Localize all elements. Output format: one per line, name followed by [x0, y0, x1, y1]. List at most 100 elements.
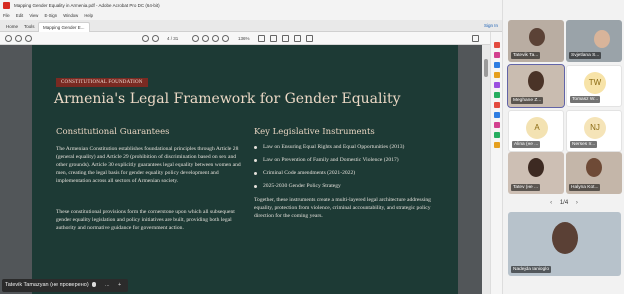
mic-icon	[91, 282, 96, 288]
fit-page-icon[interactable]	[258, 35, 265, 42]
tab-home[interactable]: Home	[2, 22, 22, 32]
participants-panel: Tatevik Ta... Svjetlana S... Meghane Z..…	[502, 0, 624, 294]
list-item-text: Law on Ensuring Equal Rights and Equal O…	[263, 144, 405, 150]
screen: Mapping Gender Equality in Armenia.pdf -…	[0, 0, 624, 294]
speaker-name: Tatevik Tamazyan (не проверено)	[5, 282, 89, 288]
export-pdf-icon[interactable]	[494, 42, 500, 48]
right-paragraph: Together, these instruments create a mul…	[254, 197, 431, 219]
comment-tool-icon[interactable]	[494, 72, 500, 78]
zoom-out-icon[interactable]	[212, 35, 219, 42]
more-options-icon[interactable]: ...	[105, 279, 110, 292]
self-view-tile[interactable]: Nadejda Ianioglo	[508, 212, 621, 276]
toolbar: 4 / 31 136%	[0, 32, 502, 45]
scrollbar-thumb[interactable]	[484, 59, 488, 77]
page-current[interactable]: 4	[167, 36, 170, 41]
prev-page-icon[interactable]: ‹	[550, 198, 552, 208]
menu-edit[interactable]: Edit	[16, 13, 23, 18]
participant-avatar: A	[526, 117, 548, 139]
list-item: Law on Ensuring Equal Rights and Equal O…	[254, 143, 444, 156]
combine-files-icon[interactable]	[494, 82, 500, 88]
vertical-scrollbar[interactable]	[482, 45, 490, 294]
participant-name: Tatev (не ...	[511, 184, 541, 191]
print-icon[interactable]	[15, 35, 22, 42]
legislation-list: Law on Ensuring Equal Rights and Equal O…	[254, 143, 444, 195]
participant-tile[interactable]: Tatevik Ta...	[508, 20, 564, 62]
participant-video	[528, 71, 544, 91]
page-total: / 31	[170, 36, 179, 41]
participant-tile[interactable]: Tatev (не ...	[508, 152, 564, 194]
add-icon[interactable]: +	[118, 279, 121, 292]
list-item-text: 2025-2030 Gender Policy Strategy	[263, 183, 341, 189]
gallery-pager: ‹ 1/4 ›	[503, 198, 624, 208]
menu-file[interactable]: File	[3, 13, 10, 18]
scan-ocr-icon[interactable]	[494, 132, 500, 138]
participant-tile-selected[interactable]: Meghane Z...	[507, 64, 565, 108]
list-item: Criminal Code amendments (2021-2022)	[254, 169, 444, 182]
sign-icon[interactable]	[294, 35, 301, 42]
edit-pdf-icon[interactable]	[494, 52, 500, 58]
tab-tools[interactable]: Tools	[20, 22, 39, 32]
zoom-in-icon[interactable]	[222, 35, 229, 42]
list-item-text: Law on Prevention of Family and Domestic…	[263, 157, 399, 163]
select-tool-icon[interactable]	[192, 35, 199, 42]
bullet-icon	[254, 171, 257, 175]
search-icon[interactable]	[25, 35, 32, 42]
bullet-icon	[254, 158, 257, 162]
create-pdf-icon[interactable]	[494, 62, 500, 68]
menu-esign[interactable]: E-Sign	[45, 13, 58, 18]
zoom-level[interactable]: 136%	[238, 35, 250, 42]
title-bar: Mapping Gender Equality in Armenia.pdf -…	[0, 0, 502, 11]
comment-icon[interactable]	[270, 35, 277, 42]
participant-tile[interactable]: Halyna Kot...	[566, 152, 622, 194]
participant-name: Halyna Kot...	[569, 184, 601, 191]
menu-view[interactable]: View	[29, 13, 38, 18]
left-paragraph-1: The Armenian Constitution establishes fo…	[56, 146, 241, 184]
highlight-icon[interactable]	[282, 35, 289, 42]
menu-help[interactable]: Help	[84, 13, 93, 18]
fill-sign-icon[interactable]	[494, 122, 500, 128]
self-name: Nadejda Ianioglo	[511, 266, 552, 273]
slide-title: Armenia's Legal Framework for Gender Equ…	[54, 91, 401, 107]
participant-name: Nerses Ir...	[570, 141, 598, 148]
sign-in-link[interactable]: Sign In	[484, 23, 498, 28]
acrobat-window: Mapping Gender Equality in Armenia.pdf -…	[0, 0, 502, 294]
participant-tile[interactable]: A Alina (не ...	[508, 110, 564, 152]
tab-bar: Home Tools Mapping Gender E... Sign In	[0, 20, 502, 32]
document-area[interactable]: CONSTITUTIONAL FOUNDATION Armenia's Lega…	[0, 45, 482, 294]
participant-tile[interactable]: TW Tomasz W...	[566, 65, 622, 107]
menu-window[interactable]: Window	[63, 13, 78, 18]
more-tools-icon[interactable]	[306, 35, 313, 42]
pdf-page: CONSTITUTIONAL FOUNDATION Armenia's Lega…	[32, 45, 458, 294]
participant-name: Tatevik Ta...	[511, 52, 541, 59]
hand-tool-icon[interactable]	[202, 35, 209, 42]
participant-name: Tomasz W...	[570, 96, 601, 103]
participant-tile[interactable]: NJ Nerses Ir...	[566, 110, 622, 152]
more-tools-rail-icon[interactable]	[494, 142, 500, 148]
redact-icon[interactable]	[494, 102, 500, 108]
speaker-caption: Tatevik Tamazyan (не проверено) ... +	[2, 279, 128, 292]
participant-name: Alina (не ...	[512, 141, 541, 148]
page-down-icon[interactable]	[152, 35, 159, 42]
left-paragraph-2: These constitutional provisions form the…	[56, 209, 235, 231]
menu-bar: File Edit View E-Sign Window Help	[0, 11, 502, 20]
participant-video	[594, 30, 610, 48]
participant-avatar: NJ	[584, 117, 606, 139]
bullet-icon	[254, 145, 257, 149]
list-item-text: Criminal Code amendments (2021-2022)	[263, 170, 356, 176]
participant-avatar: TW	[584, 72, 606, 94]
pager-label: 1/4	[559, 200, 569, 206]
next-page-icon[interactable]: ›	[576, 198, 578, 208]
protect-icon[interactable]	[494, 112, 500, 118]
share-icon[interactable]	[472, 35, 479, 42]
list-item: Law on Prevention of Family and Domestic…	[254, 156, 444, 169]
participant-tile[interactable]: Svjetlana S...	[566, 20, 622, 62]
save-icon[interactable]	[5, 35, 12, 42]
page-indicator: 4 / 31	[167, 35, 178, 42]
right-heading: Key Legislative Instruments	[254, 127, 375, 137]
page-up-icon[interactable]	[142, 35, 149, 42]
tab-document[interactable]: Mapping Gender E...	[38, 22, 90, 32]
organize-pages-icon[interactable]	[494, 92, 500, 98]
participant-video	[529, 28, 545, 46]
participant-video	[528, 158, 544, 177]
left-heading: Constitutional Guarantees	[56, 127, 170, 137]
